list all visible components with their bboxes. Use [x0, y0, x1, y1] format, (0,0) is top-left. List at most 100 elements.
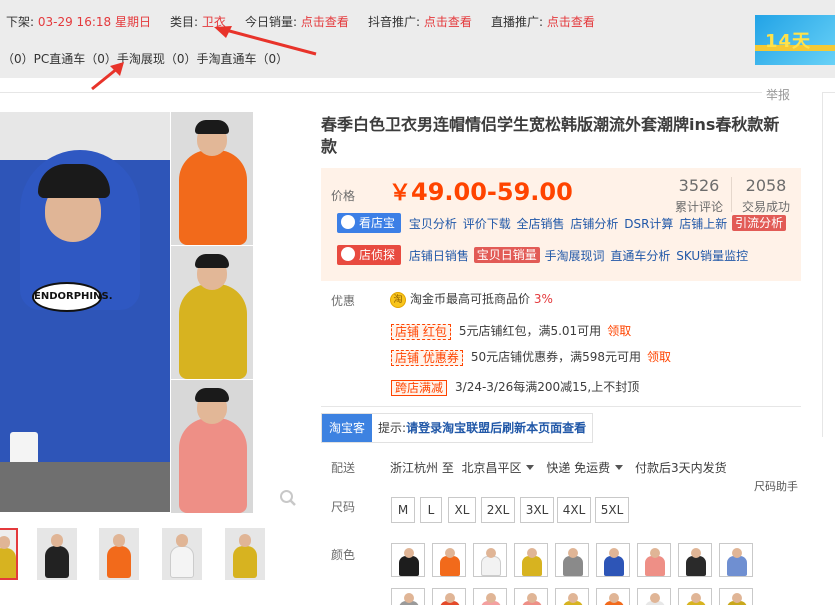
hoodie-shape	[107, 546, 131, 578]
model-face	[527, 548, 537, 558]
model-face	[404, 548, 414, 558]
model-face	[239, 534, 251, 547]
douyin-link[interactable]: 点击查看	[424, 15, 472, 29]
model-face	[568, 548, 578, 558]
color-swatch[interactable]	[678, 543, 712, 577]
model-face	[650, 548, 660, 558]
model-face	[51, 534, 63, 547]
size-option[interactable]: 2XL	[481, 497, 515, 523]
color-swatch[interactable]	[637, 543, 671, 577]
color-swatch[interactable]	[719, 588, 753, 605]
color-swatch[interactable]	[596, 543, 630, 577]
tool-link[interactable]: 宝贝分析	[409, 217, 457, 231]
side-image-pink[interactable]	[171, 380, 253, 513]
tool-link[interactable]: 店铺上新	[679, 217, 727, 231]
color-swatch[interactable]	[555, 588, 589, 605]
size-option[interactable]: 3XL	[520, 497, 554, 523]
color-swatch[interactable]	[391, 543, 425, 577]
color-swatch[interactable]	[596, 588, 630, 605]
claim-link[interactable]: 领取	[607, 324, 631, 338]
size-option[interactable]: M	[391, 497, 415, 523]
model-face	[732, 593, 742, 603]
shipping-label: 配送	[331, 461, 356, 475]
price-value: ￥49.00-59.00	[389, 175, 573, 207]
thumbnail[interactable]	[99, 528, 139, 580]
claim-link[interactable]: 领取	[647, 350, 671, 364]
price-label: 价格	[331, 189, 356, 203]
ship-to-select[interactable]: 北京昌平区	[461, 461, 521, 475]
heart-check-icon	[341, 215, 355, 229]
listed-value: 03-29 16:18 星期日	[37, 15, 151, 29]
tool-link[interactable]: 直通车分析	[610, 249, 670, 263]
thumbnail[interactable]	[162, 528, 202, 580]
main-product-image[interactable]: ENDORPHINS.	[0, 112, 170, 512]
taojinbi-line: 淘淘金币最高可抵商品价 3%	[390, 290, 553, 308]
banner-text: 14天	[765, 31, 812, 52]
taobaoke-tip: 提示:请登录淘宝联盟后刷新本页面查看	[372, 414, 592, 442]
tool-link[interactable]: 手淘展现词	[545, 249, 605, 263]
tool-link[interactable]: 评价下载	[463, 217, 511, 231]
chevron-down-icon[interactable]	[526, 465, 535, 470]
tip-label: 提示:	[378, 421, 407, 435]
side-image-orange[interactable]	[171, 112, 253, 245]
dianzhentan-badge[interactable]: 店侦探	[337, 245, 402, 265]
coupon-text: 3/24-3/26每满200减15,上不封顶	[455, 380, 640, 394]
size-option[interactable]: XL	[448, 497, 476, 523]
color-swatch[interactable]	[678, 588, 712, 605]
color-swatch[interactable]	[391, 588, 425, 605]
size-option[interactable]: L	[420, 497, 442, 523]
model-pants	[0, 462, 170, 512]
size-helper-link[interactable]: 尺码助手	[754, 478, 798, 494]
kandianbao-badge[interactable]: 看店宝	[337, 213, 402, 233]
report-link[interactable]: 举报	[766, 86, 790, 103]
currency-symbol: ￥	[389, 181, 412, 206]
color-swatch[interactable]	[473, 543, 507, 577]
thumbnail[interactable]	[37, 528, 77, 580]
color-swatch[interactable]	[473, 588, 507, 605]
model-hair	[195, 388, 229, 402]
deals-count: 2058	[745, 176, 787, 195]
color-swatch[interactable]	[637, 588, 671, 605]
tool-link[interactable]: DSR计算	[624, 217, 673, 231]
coupon-tag: 店铺 优惠券	[391, 349, 463, 366]
thumbnail[interactable]	[225, 528, 265, 580]
side-image-yellow[interactable]	[171, 246, 253, 379]
annotation-arrow-icon	[214, 26, 317, 56]
size-option[interactable]: 5XL	[595, 497, 629, 523]
hoodie-shape	[233, 546, 257, 578]
thumbnail[interactable]	[0, 528, 18, 580]
size-option[interactable]: 4XL	[557, 497, 591, 523]
tool-link[interactable]: 全店销售	[517, 217, 565, 231]
tool-link[interactable]: 店铺分析	[570, 217, 618, 231]
coupon-red-packet: 店铺 红包 5元店铺红包，满5.01可用 领取	[391, 322, 631, 340]
price-box: 价格 ￥49.00-59.00 3526 累计评论 2058 交易成功 看店宝 …	[321, 168, 801, 281]
coin-text: 淘金币最高可抵商品价	[410, 292, 531, 306]
ship-method-select[interactable]: 快递 免运费	[546, 461, 610, 475]
color-swatch[interactable]	[555, 543, 589, 577]
live-link[interactable]: 点击查看	[547, 15, 595, 29]
taobaoke-tag: 淘宝客	[322, 414, 373, 442]
tool-link[interactable]: 店铺日销售	[409, 249, 469, 263]
promo-banner[interactable]: 14天	[755, 15, 835, 65]
tool-link[interactable]: SKU销量监控	[676, 249, 748, 263]
login-link[interactable]: 请登录淘宝联盟后刷新本页面查看	[406, 421, 586, 435]
chevron-down-icon[interactable]	[615, 465, 624, 470]
category-label: 类目:	[170, 15, 199, 29]
model-hair	[195, 120, 229, 134]
zoom-icon[interactable]	[279, 489, 297, 507]
shipping-line: 浙江杭州 至 北京昌平区 快递 免运费 付款后3天内发货	[390, 459, 727, 476]
hoodie-shape	[686, 556, 706, 576]
model-face	[176, 534, 188, 547]
traffic-analysis-link[interactable]: 引流分析	[732, 215, 787, 231]
daily-sales-link[interactable]: 宝贝日销量	[473, 247, 540, 263]
color-swatch[interactable]	[719, 543, 753, 577]
ship-promise: 付款后3天内发货	[634, 461, 727, 475]
hoodie-shape	[170, 546, 194, 578]
color-swatch[interactable]	[432, 543, 466, 577]
reviews-stat[interactable]: 3526 累计评论	[669, 176, 729, 215]
coupon-store: 店铺 优惠券 50元店铺优惠券，满598元可用 领取	[391, 348, 671, 366]
hoodie-shape	[604, 556, 624, 576]
color-swatch[interactable]	[514, 588, 548, 605]
color-swatch[interactable]	[514, 543, 548, 577]
color-swatch[interactable]	[432, 588, 466, 605]
